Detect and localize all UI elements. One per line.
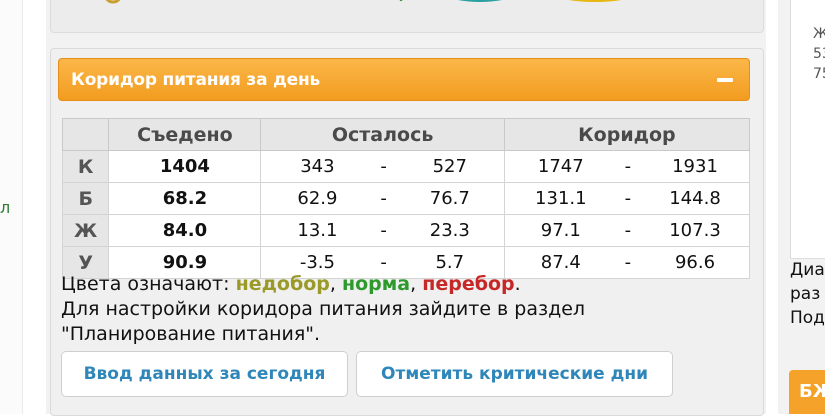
left-range: 343 - 527 [260,150,505,183]
left-min: 343 [300,156,335,177]
left-max: 527 [432,156,467,177]
left-range: 62.9 - 76.7 [260,182,505,215]
right-link-2[interactable]: раз [790,284,820,304]
row-label: Ж [61,214,110,247]
range-dash: - [624,156,632,177]
legend-sep: , [329,273,336,295]
panel-header[interactable]: Коридор питания за день [58,58,750,101]
header-corridor: Коридор [503,118,751,151]
left-max: 76.7 [429,188,470,209]
table-row: Ж 84.0 13.1 - 23.3 97.1 - 107.3 [61,214,751,247]
range-dash: - [380,252,387,273]
mark-critical-days-button[interactable]: Отметить критические дни [356,351,673,397]
legend-prefix: Цвета означают: [61,273,230,295]
range-dash: - [380,188,387,209]
left-range: 13.1 - 23.3 [260,214,505,247]
brand-icon[interactable] [445,0,515,12]
enter-today-button[interactable]: Ввод данных за сегодня [61,351,348,397]
corridor-range: 1747 - 1931 [503,150,751,183]
legend-under: недобор [235,273,330,295]
hint-line-2: "Планирование питания". [61,323,321,345]
corridor-max: 96.6 [674,252,716,273]
table-row: К 1404 343 - 527 1747 - 1931 [61,150,751,183]
right-text-3: 75 [813,66,825,82]
eaten-value: 1404 [108,150,262,183]
collapse-button[interactable] [717,78,733,82]
corridor-max: 144.8 [669,188,721,209]
eaten-value: 68.2 [108,182,262,215]
corridor-min: 97.1 [540,220,581,241]
right-link-3[interactable]: Под [790,308,825,328]
left-min: 13.1 [297,220,338,241]
leaf-icon[interactable] [309,0,329,12]
corridor-range: 97.1 - 107.3 [503,214,751,247]
panel-title: Коридор питания за день [71,70,321,90]
corridor-max: 107.3 [669,220,721,241]
legend-over: перебор [422,273,515,295]
right-text-2: 53 [813,46,825,62]
corridor-min: 1747 [537,156,584,177]
legend-line: Цвета означают: недобор, норма, перебор. [61,272,585,297]
corridor-table: Съедено Осталось Коридор К 1404 343 - 527 … [61,118,751,279]
top-card [50,0,764,33]
row-label: К [61,150,110,183]
corridor-max: 1931 [672,156,718,177]
header-empty [61,118,110,151]
right-text-1: Ж [813,26,825,42]
food-icon-1[interactable] [101,0,125,12]
left-min: -3.5 [299,252,335,273]
range-dash: - [624,220,632,241]
star-icon[interactable] [387,0,417,12]
left-max: 5.7 [435,252,465,273]
corridor-min: 87.4 [540,252,581,273]
fruit-icon[interactable] [551,0,639,12]
left-sidebar-edge: л [0,0,23,414]
range-dash: - [380,156,387,177]
left-edge-text: л [0,198,11,217]
hint-line-1: Для настройки коридора питания зайдите в… [61,298,586,320]
legend-sep: , [410,273,417,295]
left-min: 62.9 [297,188,338,209]
eaten-value: 84.0 [108,214,262,247]
header-eaten: Съедено [108,118,262,151]
right-orange-label: БЖ [799,381,825,402]
table-row: Б 68.2 62.9 - 76.7 131.1 - 144.8 [61,182,751,215]
color-legend: Цвета означают: недобор, норма, перебор.… [61,272,585,347]
range-dash: - [624,188,632,209]
legend-norm: норма [342,273,411,295]
header-left: Осталось [260,118,505,151]
range-dash: - [380,220,387,241]
left-max: 23.3 [429,220,470,241]
row-label: Б [61,182,110,215]
corridor-min: 131.1 [535,188,587,209]
right-link-1[interactable]: Диа [790,260,825,280]
right-orange-header[interactable]: БЖ [789,370,825,414]
legend-end: . [514,273,521,295]
table-header-row: Съедено Осталось Коридор [61,118,751,151]
range-dash: - [624,252,632,273]
snowflake-icon[interactable] [201,0,231,12]
corridor-range: 131.1 - 144.8 [503,182,751,215]
